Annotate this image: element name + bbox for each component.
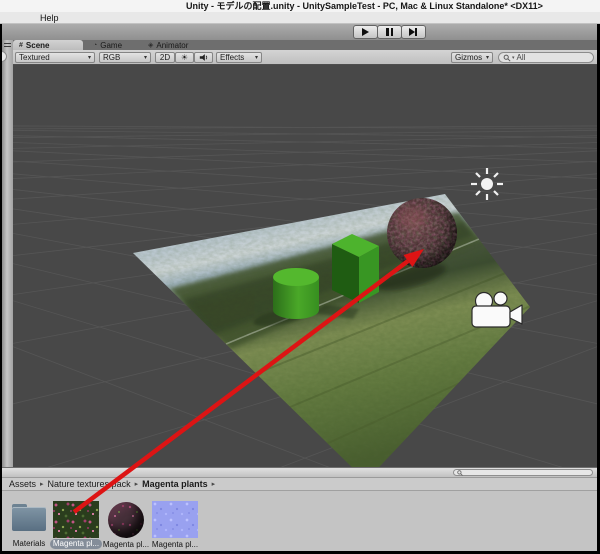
scene-search-field[interactable]: ▾ All bbox=[498, 52, 594, 63]
step-button[interactable] bbox=[401, 25, 426, 39]
playback-controls bbox=[354, 25, 426, 39]
search-icon bbox=[503, 54, 511, 62]
draw-mode-label: Textured bbox=[19, 53, 50, 62]
asset-label: Magenta pl... bbox=[149, 540, 201, 549]
tab-scene-label: Scene bbox=[26, 41, 50, 50]
channels-label: RGB bbox=[103, 53, 120, 62]
audio-toggle[interactable] bbox=[194, 52, 213, 63]
scene-view-toolbar: Textured ▾ RGB ▾ 2D ☀ Effects ▾ Gizmos ▾ bbox=[13, 50, 597, 65]
tab-animator[interactable]: ◈ Animator bbox=[142, 40, 194, 50]
clipped-left-panel-edge bbox=[2, 40, 13, 467]
view-tab-bar: # Scene ◔ Game ◈ Animator bbox=[13, 40, 597, 50]
2d-toggle-label: 2D bbox=[160, 53, 170, 62]
normalmap-thumbnail bbox=[152, 501, 198, 538]
gizmos-dropdown[interactable]: Gizmos ▾ bbox=[451, 52, 493, 63]
window-title: Unity - モデルの配置.unity - UnitySampleTest -… bbox=[0, 0, 600, 12]
project-browser-panel: Assets ▸ Nature textures pack ▸ Magenta … bbox=[2, 467, 597, 551]
breadcrumb-magenta-plants[interactable]: Magenta plants bbox=[142, 479, 208, 489]
project-search-field[interactable] bbox=[453, 469, 593, 476]
pause-icon bbox=[386, 28, 389, 36]
lighting-toggle[interactable]: ☀ bbox=[175, 52, 194, 63]
menu-bar: Help bbox=[0, 12, 600, 24]
2d-toggle[interactable]: 2D bbox=[155, 52, 175, 63]
project-toolbar bbox=[2, 468, 597, 478]
breadcrumb-nature-textures-pack[interactable]: Nature textures pack bbox=[48, 479, 131, 489]
breadcrumb-separator-icon: ▸ bbox=[40, 480, 44, 488]
asset-label: Magenta pl... bbox=[100, 540, 152, 549]
speaker-icon bbox=[199, 53, 209, 62]
clipped-control-icon bbox=[2, 51, 7, 62]
tab-game[interactable]: ◔ Game bbox=[87, 40, 128, 50]
play-button[interactable] bbox=[353, 25, 378, 39]
chevron-down-icon: ▾ bbox=[486, 54, 489, 61]
folder-icon bbox=[12, 504, 46, 531]
search-icon bbox=[457, 470, 463, 476]
game-pacman-icon: ◔ bbox=[93, 42, 97, 49]
tab-game-label: Game bbox=[100, 41, 122, 50]
gizmos-label: Gizmos bbox=[455, 53, 482, 62]
texture-thumbnail bbox=[53, 501, 99, 538]
effects-label: Effects bbox=[220, 53, 244, 62]
material-preview-thumbnail bbox=[103, 501, 149, 538]
animator-icon: ◈ bbox=[148, 41, 153, 49]
scene-grid-icon: # bbox=[19, 42, 23, 49]
breadcrumb-separator-icon: ▸ bbox=[212, 480, 216, 488]
tab-animator-label: Animator bbox=[156, 41, 188, 50]
search-filter-value: All bbox=[517, 53, 526, 62]
menu-help[interactable]: Help bbox=[36, 12, 63, 24]
chevron-down-icon: ▾ bbox=[512, 55, 515, 61]
effects-dropdown[interactable]: Effects ▾ bbox=[216, 52, 262, 63]
draw-mode-dropdown[interactable]: Textured ▾ bbox=[15, 52, 95, 63]
breadcrumb-separator-icon: ▸ bbox=[135, 480, 139, 488]
asset-label-selected: Magenta pl... bbox=[50, 539, 102, 549]
play-icon bbox=[362, 28, 369, 36]
breadcrumb: Assets ▸ Nature textures pack ▸ Magenta … bbox=[2, 478, 597, 491]
breadcrumb-assets[interactable]: Assets bbox=[9, 479, 36, 489]
step-forward-icon-bar bbox=[415, 28, 418, 36]
material-sphere-icon bbox=[108, 502, 144, 538]
scene-viewport[interactable] bbox=[13, 65, 597, 467]
tab-scene[interactable]: # Scene bbox=[13, 40, 83, 50]
green-cube[interactable] bbox=[332, 234, 379, 303]
channels-dropdown[interactable]: RGB ▾ bbox=[99, 52, 151, 63]
asset-label: Materials bbox=[2, 539, 56, 548]
green-cylinder[interactable] bbox=[273, 268, 319, 319]
chevron-down-icon: ▾ bbox=[88, 54, 91, 61]
unity-window: Unity - モデルの配置.unity - UnitySampleTest -… bbox=[0, 0, 600, 554]
chevron-down-icon: ▾ bbox=[255, 54, 258, 61]
pause-button[interactable] bbox=[377, 25, 402, 39]
chevron-down-icon: ▾ bbox=[144, 54, 147, 61]
pause-icon-bar2 bbox=[391, 28, 394, 36]
main-toolbar-band bbox=[2, 24, 597, 40]
panel-menu-icon bbox=[4, 43, 11, 47]
sun-icon: ☀ bbox=[181, 53, 188, 62]
